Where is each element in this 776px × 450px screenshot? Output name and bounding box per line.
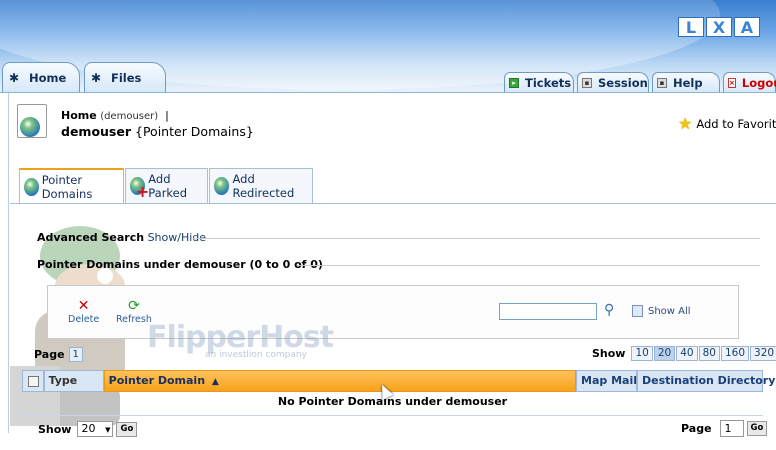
column-destination-directory[interactable]: Destination Directory (637, 370, 775, 392)
header-divider (0, 92, 776, 93)
tickets-icon: ▸ (509, 77, 519, 88)
tab-pointer-domains[interactable]: Pointer Domains (19, 168, 124, 204)
tab-add-redirected[interactable]: Add Redirected (209, 168, 313, 204)
select-all-checkbox-cell[interactable] (22, 370, 44, 392)
watermark-tagline: an investlion company (205, 350, 307, 360)
page-size-option[interactable]: 40 (676, 346, 698, 361)
logo-letter-a: A (734, 17, 760, 37)
page-size-selector: Show 10 20 40 80 160 320 (592, 346, 776, 361)
add-to-favorites-link[interactable]: ★ Add to Favorites (678, 114, 776, 133)
show-label: Show (592, 347, 626, 360)
bottom-page-jump: Page 1 Go (681, 420, 768, 437)
tab-session[interactable]: ▪ Session (577, 72, 649, 92)
tab-files-label: Files (111, 70, 142, 85)
help-icon: ▪ (657, 77, 667, 88)
page-number-1[interactable]: 1 (68, 347, 83, 362)
tab-baseline (10, 203, 776, 204)
globe-icon (24, 177, 39, 196)
search-input[interactable] (499, 303, 597, 320)
header-bar: L X A ✱ Home ✱ Files ▸ Tickets ▪ Session… (0, 0, 776, 92)
star-icon: ★ (678, 114, 693, 133)
bottom-page-label: Page (681, 422, 712, 435)
tab-logout-label: Logout (741, 75, 776, 90)
tab-files[interactable]: ✱ Files (84, 62, 166, 92)
table-bottom-border (22, 415, 763, 416)
left-border (8, 93, 9, 433)
tab-logout[interactable]: × Logout (723, 72, 776, 92)
breadcrumb-separator: | (165, 109, 169, 122)
advanced-search-label: Advanced Search (37, 231, 145, 244)
empty-table-message: No Pointer Domains under demouser (277, 395, 508, 408)
logo-letter-l: L (678, 17, 704, 37)
column-pointer-domain-label: Pointer Domain (108, 374, 206, 387)
show-all-label: Show All (648, 305, 691, 317)
tab-tickets[interactable]: ▸ Tickets (504, 72, 574, 92)
delete-button[interactable]: ✕ Delete (68, 298, 99, 325)
delete-icon: ✕ (77, 298, 90, 314)
page-title: demouser {Pointer Domains} (61, 124, 254, 139)
tab-tickets-label: Tickets (525, 75, 572, 90)
column-type[interactable]: Type (43, 370, 104, 392)
app-window: L X A ✱ Home ✱ Files ▸ Tickets ▪ Session… (0, 0, 776, 450)
add-parked-icon (130, 177, 150, 201)
breadcrumb-user: (demouser) (100, 111, 159, 122)
tab-help-label: Help (673, 75, 703, 90)
top-pager: Page 1 (34, 347, 83, 362)
list-title-text: Pointer Domains under demouser (0 to 0 o… (37, 258, 323, 271)
files-icon: ✱ (90, 70, 102, 85)
column-map-mail[interactable]: Map Mail (576, 370, 638, 392)
breadcrumb: Home (demouser) | (61, 109, 169, 122)
tab-session-label: Session (598, 75, 648, 90)
top-pager-label: Page (34, 348, 65, 361)
home-icon: ✱ (8, 70, 20, 85)
tab-add-parked[interactable]: Add Parked (125, 168, 208, 204)
tab-home-label: Home (29, 70, 67, 85)
page-size-option[interactable]: 10 (631, 346, 653, 361)
lxa-logo: L X A (678, 17, 760, 37)
list-title: Pointer Domains under demouser (0 to 0 o… (37, 258, 323, 271)
add-to-favorites-label: Add to Favorites (696, 116, 776, 131)
column-pointer-domain[interactable]: Pointer Domain ▲ (103, 370, 577, 392)
page-go-button[interactable]: Go (746, 421, 768, 436)
select-all-checkbox[interactable] (28, 376, 39, 387)
tab-pointer-domains-label: Pointer Domains (41, 172, 93, 201)
delete-label: Delete (68, 314, 100, 325)
list-title-divider (297, 265, 760, 266)
page-size-dropdown[interactable]: 20 (77, 421, 114, 437)
tab-home[interactable]: ✱ Home (2, 62, 80, 92)
advanced-search-section: Advanced Search Show/Hide (37, 231, 206, 244)
add-redirected-icon (214, 177, 230, 195)
tab-add-redirected-label: Add Redirected (232, 172, 295, 200)
page-size-option[interactable]: 80 (698, 346, 720, 361)
page-number-input[interactable]: 1 (719, 420, 744, 437)
show-all-button[interactable]: Show All (632, 305, 691, 317)
sort-ascending-icon: ▲ (211, 377, 219, 387)
search-icon[interactable]: ⚲ (604, 302, 614, 318)
page-size-option-selected[interactable]: 20 (653, 346, 676, 361)
globe-icon (20, 117, 40, 137)
page-title-user: demouser (61, 124, 132, 139)
bottom-show-label: Show (38, 422, 72, 436)
advanced-search-divider (193, 238, 760, 239)
tab-add-parked-label: Add Parked (148, 172, 188, 200)
page-size-option[interactable]: 320 (750, 346, 776, 361)
logout-icon: × (728, 77, 736, 88)
bottom-page-size: Show 20 Go (38, 421, 138, 437)
page-size-option[interactable]: 160 (720, 346, 750, 361)
logo-letter-x: X (706, 17, 732, 37)
pages-icon (632, 305, 643, 317)
refresh-icon: ⟳ (128, 298, 140, 314)
table-header: Type Pointer Domain ▲ Map Mail Destinati… (22, 370, 775, 392)
page-size-go-button[interactable]: Go (116, 421, 138, 437)
page-title-section: {Pointer Domains} (135, 124, 254, 139)
flipperhost-watermark: FlipperHost an investlion company (147, 320, 334, 360)
page-icon (17, 104, 47, 138)
session-icon: ▪ (582, 77, 592, 88)
tab-help[interactable]: ▪ Help (652, 72, 720, 92)
breadcrumb-home-link[interactable]: Home (61, 109, 97, 122)
